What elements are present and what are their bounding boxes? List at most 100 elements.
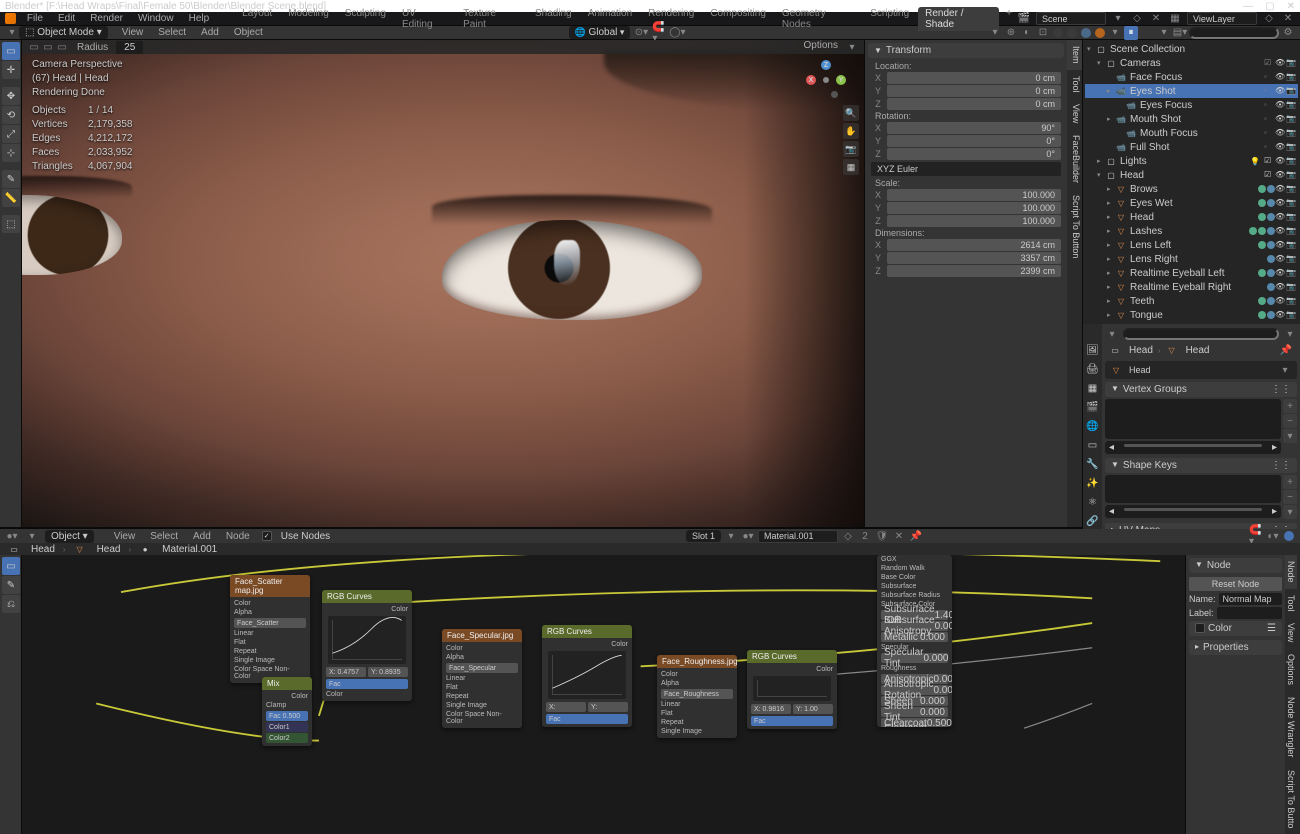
vg-add-icon[interactable]: +	[1283, 399, 1297, 413]
radius-input[interactable]: 25	[116, 41, 143, 54]
vg-remove-icon[interactable]: −	[1283, 414, 1297, 428]
node-editor-type-icon[interactable]: ●▾	[5, 529, 19, 543]
datablock-browse-icon[interactable]: ▾	[1278, 363, 1292, 377]
n-tab-item[interactable]: Item	[1067, 40, 1082, 70]
use-nodes-checkbox[interactable]	[262, 531, 272, 541]
scene-name-input[interactable]	[1036, 12, 1106, 25]
props-type-icon[interactable]: ▾	[1105, 327, 1119, 341]
menu-edit[interactable]: Edit	[52, 12, 81, 25]
tree-cam-mouthshot[interactable]: ▸📹Mouth Shot◦👁📷	[1085, 112, 1298, 126]
tree-cameras[interactable]: ▾ ▢ Cameras ☑👁📷	[1085, 56, 1298, 70]
tree-lensleft[interactable]: ▸▽Lens Left👁📷	[1085, 238, 1298, 252]
ne-links-tool[interactable]: ⎌	[2, 595, 20, 613]
rot-z-input[interactable]: 0°	[887, 148, 1061, 160]
node-rgb-curve-3[interactable]: RGB Curves Color X: 0.9816Y: 1.00 Fac	[747, 650, 837, 729]
tree-teeth[interactable]: ▸▽Teeth👁📷	[1085, 294, 1298, 308]
tool-preset3-icon[interactable]: ▭	[55, 40, 69, 54]
ne-select[interactable]: Select	[144, 530, 184, 543]
node-label-input[interactable]	[1217, 607, 1282, 619]
menu-window[interactable]: Window	[132, 12, 180, 25]
nav-gizmo[interactable]: Z Y X	[806, 60, 846, 100]
tool-preset-icon[interactable]: ▭	[27, 40, 41, 54]
node-scatter-tex[interactable]: Face_Scatter map.jpg Color Alpha Face_Sc…	[230, 575, 310, 683]
slot-dropdown-icon[interactable]: ▾	[724, 529, 738, 543]
cursor-tool[interactable]: ✛	[2, 61, 20, 79]
tree-eyeswet[interactable]: ▸▽Eyes Wet👁📷	[1085, 196, 1298, 210]
vg-menu-icon[interactable]: ▾	[1283, 429, 1297, 443]
viewlayer-new-icon[interactable]: ◇	[1262, 12, 1276, 26]
ws-comp[interactable]: Compositing	[703, 7, 773, 31]
hdr-object[interactable]: Object	[228, 26, 269, 39]
ws-sculpting[interactable]: Sculpting	[338, 7, 393, 31]
rotate-tool[interactable]: ⟲	[2, 106, 20, 124]
viewlayer-input[interactable]	[1187, 12, 1257, 25]
material-pin-icon[interactable]: 📌	[909, 529, 923, 543]
ne-snap-icon[interactable]: 🧲▾	[1249, 529, 1263, 543]
proptab-modifiers[interactable]: 🔧	[1084, 455, 1102, 473]
close-icon[interactable]: ✕	[1287, 1, 1295, 12]
filter-icon[interactable]: ⚙	[1281, 26, 1295, 40]
material-shading-icon[interactable]	[1081, 28, 1091, 38]
gizmo-x-icon[interactable]: X	[806, 75, 816, 85]
sk-menu-icon[interactable]: ▾	[1283, 505, 1297, 519]
ws-script[interactable]: Scripting	[863, 7, 916, 31]
proptab-constraints[interactable]: 🔗	[1084, 512, 1102, 530]
add-primitive-tool[interactable]: ⬚	[2, 215, 20, 233]
node-rgb-curve-2[interactable]: RGB Curves Color X:Y: Fac	[542, 625, 632, 727]
ne-tab-node[interactable]: Node	[1285, 555, 1297, 589]
node-roughness-tex[interactable]: Face_Roughness.jpg Color Alpha Face_Roug…	[657, 655, 737, 738]
ne-tab-nw[interactable]: Node Wrangler	[1285, 691, 1297, 763]
n-tab-view[interactable]: View	[1067, 98, 1082, 129]
tree-brows[interactable]: ▸▽Brows👁📷	[1085, 182, 1298, 196]
scene-browse-icon[interactable]: ▾	[1111, 12, 1125, 26]
ne-backdrop-icon[interactable]	[1284, 531, 1294, 541]
node-principled[interactable]: GGX Random Walk Base Color Subsurface Su…	[877, 555, 952, 727]
viewlayer-delete-icon[interactable]: ✕	[1281, 12, 1295, 26]
menu-file[interactable]: File	[21, 12, 49, 25]
ne-overlay-icon[interactable]: ◐▾	[1266, 529, 1280, 543]
ws-texpaint[interactable]: Texture Paint	[456, 7, 526, 31]
loc-x-input[interactable]: 0 cm	[887, 72, 1061, 84]
slot-selector[interactable]: Slot 1	[686, 530, 721, 542]
hdr-add[interactable]: Add	[195, 26, 225, 39]
tree-cam-eyesfocus[interactable]: 📹Eyes Focus◦👁📷	[1085, 98, 1298, 112]
orientation-selector[interactable]: 🌐 Global ▾	[569, 26, 631, 39]
xray-icon[interactable]: ⊡	[1036, 26, 1050, 40]
ne-annotate-tool[interactable]: ✎	[2, 576, 20, 594]
material-fake-icon[interactable]: 🛡	[875, 529, 889, 543]
rot-x-input[interactable]: 90°	[887, 122, 1061, 134]
sk-list[interactable]	[1105, 475, 1281, 503]
tree-scene-collection[interactable]: ▾ ▢ Scene Collection	[1085, 42, 1298, 56]
proportional-icon[interactable]: ◯▾	[670, 26, 684, 40]
shading-options-icon[interactable]: ▾	[1108, 26, 1122, 40]
vg-header[interactable]: ▼Vertex Groups⋮⋮	[1105, 382, 1297, 397]
material-icon[interactable]: ●▾	[741, 529, 755, 543]
annotate-tool[interactable]: ✎	[2, 170, 20, 188]
scale-z-input[interactable]: 100.000	[887, 215, 1061, 227]
n-tab-fb[interactable]: FaceBuilder	[1067, 129, 1082, 189]
node-specular-tex[interactable]: Face_Specular.jpg Color Alpha Face_Specu…	[442, 629, 522, 728]
n-tab-tool[interactable]: Tool	[1067, 70, 1082, 99]
options-dropdown-icon[interactable]: ▾	[845, 40, 859, 54]
node-object-selector[interactable]: Object ▾	[45, 530, 94, 543]
loc-z-input[interactable]: 0 cm	[887, 98, 1061, 110]
dim-y-input[interactable]: 3357 cm	[887, 252, 1061, 264]
mode-selector[interactable]: ⬚ Object Mode ▾	[19, 26, 108, 39]
move-tool[interactable]: ✥	[2, 87, 20, 105]
scale-y-input[interactable]: 100.000	[887, 202, 1061, 214]
sk-remove-icon[interactable]: −	[1283, 490, 1297, 504]
hdr-view[interactable]: View	[116, 26, 150, 39]
node-rgb-curve-1[interactable]: RGB Curves Color X: 0.4757Y: 0.8935 Fac …	[322, 590, 412, 701]
props-search-input[interactable]	[1123, 328, 1279, 340]
pin-icon[interactable]: 📌	[1279, 343, 1293, 357]
proptab-object[interactable]: ▭	[1084, 436, 1102, 454]
tool-preset2-icon[interactable]: ▭	[41, 40, 55, 54]
maximize-icon[interactable]: ▢	[1265, 1, 1274, 12]
object-name-input[interactable]: Head	[1129, 365, 1274, 375]
tree-eyeball-right[interactable]: ▸▽Realtime Eyeball Right👁📷	[1085, 280, 1298, 294]
ne-side-color[interactable]: Color☰	[1189, 621, 1282, 636]
ne-tab-tool[interactable]: Tool	[1285, 589, 1297, 618]
proptab-physics[interactable]: ⚛	[1084, 493, 1102, 511]
node-name-input[interactable]: Normal Map	[1219, 593, 1282, 605]
transform-panel-header[interactable]: ▼ Transform	[868, 43, 1064, 58]
